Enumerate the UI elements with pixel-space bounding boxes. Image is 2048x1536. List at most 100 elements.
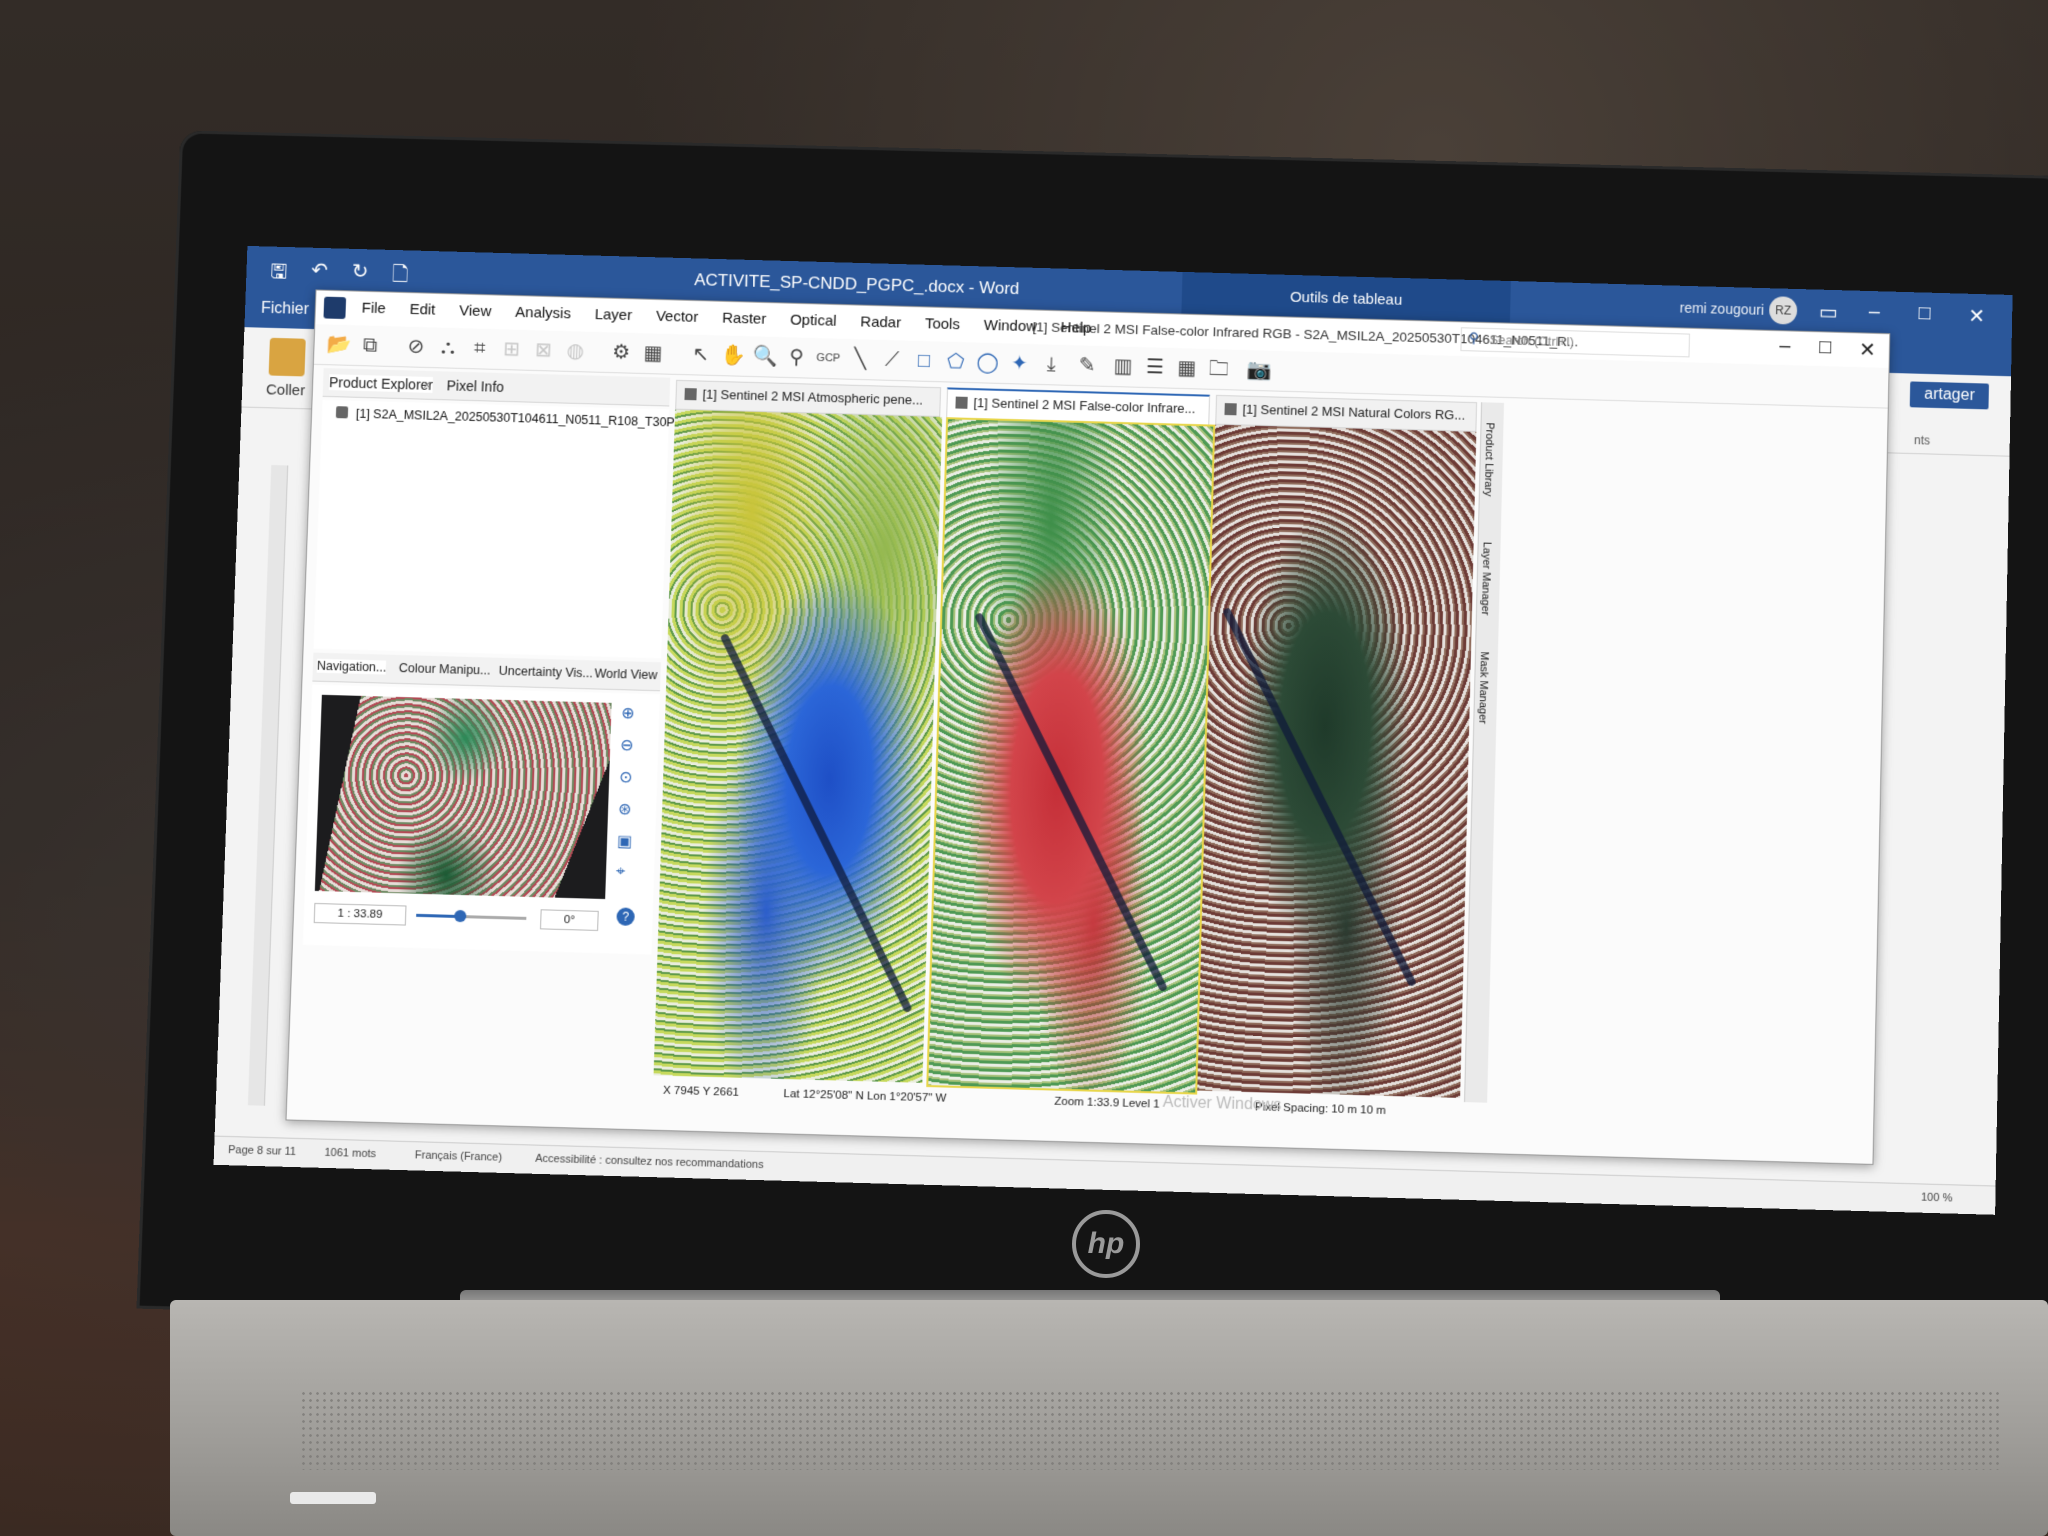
status-pixel-xy: X 7945 Y 2661	[663, 1085, 739, 1099]
snap-app-icon	[323, 297, 346, 319]
tab-pixel-info[interactable]: Pixel Info	[446, 377, 504, 394]
menu-radar[interactable]: Radar	[860, 314, 901, 332]
filter-icon[interactable]: ⛬	[436, 335, 461, 359]
tab-world-view[interactable]: World View	[594, 666, 657, 682]
status-words[interactable]: 1061 mots	[324, 1147, 376, 1161]
screenshot-icon[interactable]: 📷	[1246, 358, 1271, 382]
grid-tool-icon[interactable]: ⌗	[467, 336, 492, 360]
image-view-atmospheric-penetration[interactable]	[654, 410, 943, 1083]
zoom-slider-handle[interactable]	[454, 910, 466, 922]
side-tab-product-library[interactable]: Product Library	[1482, 422, 1496, 496]
status-zoom-level[interactable]: 100 %	[1921, 1192, 1953, 1205]
disabled-tool-1-icon[interactable]: ⊞	[499, 337, 524, 361]
ribbon-right-text: nts	[1914, 433, 1930, 447]
menu-analysis[interactable]: Analysis	[515, 304, 571, 322]
product-tree: [1] S2A_MSIL2A_20250530T104611_N0511_R10…	[314, 400, 670, 658]
image-view-icon	[1224, 403, 1236, 415]
band-maths-icon[interactable]: ⊘	[404, 335, 429, 359]
batch-processing-icon[interactable]: ▦	[641, 341, 666, 365]
menu-optical[interactable]: Optical	[790, 312, 837, 330]
zoom-out-icon[interactable]: ⊖	[620, 735, 636, 755]
menu-edit[interactable]: Edit	[409, 301, 435, 319]
snap-maximize-icon[interactable]: □	[1819, 336, 1832, 359]
menu-file[interactable]: File	[361, 300, 386, 318]
menu-view[interactable]: View	[459, 302, 492, 320]
folder-icon[interactable]: 🗀	[1206, 357, 1231, 381]
minimize-icon[interactable]: –	[1869, 301, 1881, 324]
zoom-in-icon[interactable]: ⊕	[621, 703, 637, 723]
zoom-tool-icon[interactable]: 🔍	[752, 344, 777, 368]
status-zoom: Zoom 1:33.9 Level 1	[1054, 1096, 1160, 1111]
maximize-icon[interactable]: □	[1918, 302, 1930, 325]
tab-close-icon[interactable]: ×	[422, 377, 431, 393]
quick-access-toolbar: 🖫 ↶ ↻ 🗋	[270, 256, 409, 294]
pin-tool-icon[interactable]: ⚲	[784, 345, 809, 369]
gcp-tool-icon[interactable]: GCP	[816, 346, 841, 370]
activation-watermark: Activer Windows	[1163, 1094, 1282, 1115]
zoom-all-icon[interactable]: ⊛	[618, 799, 634, 819]
image-view-icon	[684, 388, 696, 400]
ellipse-tool-icon[interactable]: ◯	[975, 350, 1000, 374]
polygon-tool-icon[interactable]: ⬠	[943, 350, 968, 374]
redo-icon[interactable]: ↻	[351, 259, 369, 293]
tab-colour-manipulation[interactable]: Colour Manipu...	[399, 661, 491, 678]
graph-builder-icon[interactable]: ⚙	[609, 340, 634, 364]
tab-navigation[interactable]: Navigation...	[317, 659, 387, 675]
tab-product-explorer[interactable]: Product Explorer	[329, 374, 433, 393]
save-icon[interactable]: 🖫	[270, 256, 288, 290]
image-view-icon	[955, 397, 967, 409]
image-view-false-color-infrared[interactable]	[926, 417, 1215, 1094]
undo-icon[interactable]: ↶	[311, 258, 329, 292]
save-product-icon[interactable]: ⧉	[358, 333, 383, 357]
side-tab-layer-manager[interactable]: Layer Manager	[1479, 542, 1493, 616]
pan-tool-icon[interactable]: ✋	[720, 343, 745, 367]
range-finder-icon[interactable]: ⤓	[1039, 352, 1064, 376]
menu-raster[interactable]: Raster	[722, 310, 767, 328]
status-language[interactable]: Français (France)	[415, 1149, 503, 1164]
zoom-slider[interactable]	[416, 914, 526, 920]
user-name: remi zougouri	[1679, 300, 1764, 318]
status-page[interactable]: Page 8 sur 11	[228, 1144, 296, 1158]
rotation-field[interactable]: 0°	[540, 909, 599, 931]
disabled-tool-3-icon[interactable]: ◍	[563, 339, 588, 363]
open-product-icon[interactable]: 📂	[326, 332, 351, 356]
navigation-tools: ⊕ ⊖ ⊙ ⊛ ▣ ⌖	[616, 703, 637, 882]
help-icon[interactable]: ?	[616, 907, 635, 926]
disabled-tool-2-icon[interactable]: ⊠	[531, 338, 556, 362]
snap-close-icon[interactable]: ✕	[1859, 337, 1876, 362]
tab-uncertainty-visualisation[interactable]: Uncertainty Vis...	[498, 664, 593, 681]
line-tool-icon[interactable]: ╲	[848, 347, 873, 371]
menu-window[interactable]: Window	[984, 317, 1038, 335]
side-tab-mask-manager[interactable]: Mask Manager	[1476, 651, 1490, 724]
scale-field[interactable]: 1 : 33.89	[314, 903, 407, 926]
magic-wand-icon[interactable]: ✦	[1007, 351, 1032, 375]
pencil-tool-icon[interactable]: ✎	[1075, 353, 1100, 377]
new-document-icon[interactable]: 🗋	[392, 260, 409, 294]
sync-views-icon[interactable]: ▣	[617, 831, 633, 851]
tile-evenly-icon[interactable]: ▥	[1111, 354, 1136, 378]
rectangle-tool-icon[interactable]: □	[912, 349, 937, 373]
tab-fichier[interactable]: Fichier	[261, 300, 309, 319]
paste-button[interactable]: Coller	[266, 338, 307, 400]
close-icon[interactable]: ✕	[1968, 304, 1985, 329]
menu-layer[interactable]: Layer	[594, 306, 632, 324]
menu-vector[interactable]: Vector	[656, 308, 699, 326]
sync-cursor-icon[interactable]: ⌖	[616, 863, 632, 881]
image-view-natural-colors[interactable]	[1197, 425, 1476, 1098]
search-input[interactable]: Search (Ctrl+I)	[1460, 327, 1690, 357]
tile-grid-icon[interactable]: ▦	[1175, 356, 1200, 380]
zoom-pixel-icon[interactable]: ⊙	[619, 767, 635, 787]
polyline-tool-icon[interactable]: ⟋	[880, 348, 905, 372]
river-feature	[974, 612, 1168, 992]
snap-minimize-icon[interactable]: –	[1779, 335, 1791, 358]
menu-tools[interactable]: Tools	[925, 315, 960, 333]
vertical-ruler	[248, 465, 288, 1106]
ribbon-display-icon[interactable]: ▭	[1819, 300, 1838, 325]
power-led	[290, 1492, 376, 1504]
avatar[interactable]: RZ	[1769, 296, 1797, 325]
status-accessibility[interactable]: Accessibilité : consultez nos recommanda…	[535, 1153, 764, 1172]
select-tool-icon[interactable]: ↖	[689, 342, 714, 366]
share-button[interactable]: artager	[1910, 381, 1989, 409]
navigation-overview-image[interactable]	[315, 695, 612, 899]
tile-horizontal-icon[interactable]: ☰	[1143, 355, 1168, 379]
